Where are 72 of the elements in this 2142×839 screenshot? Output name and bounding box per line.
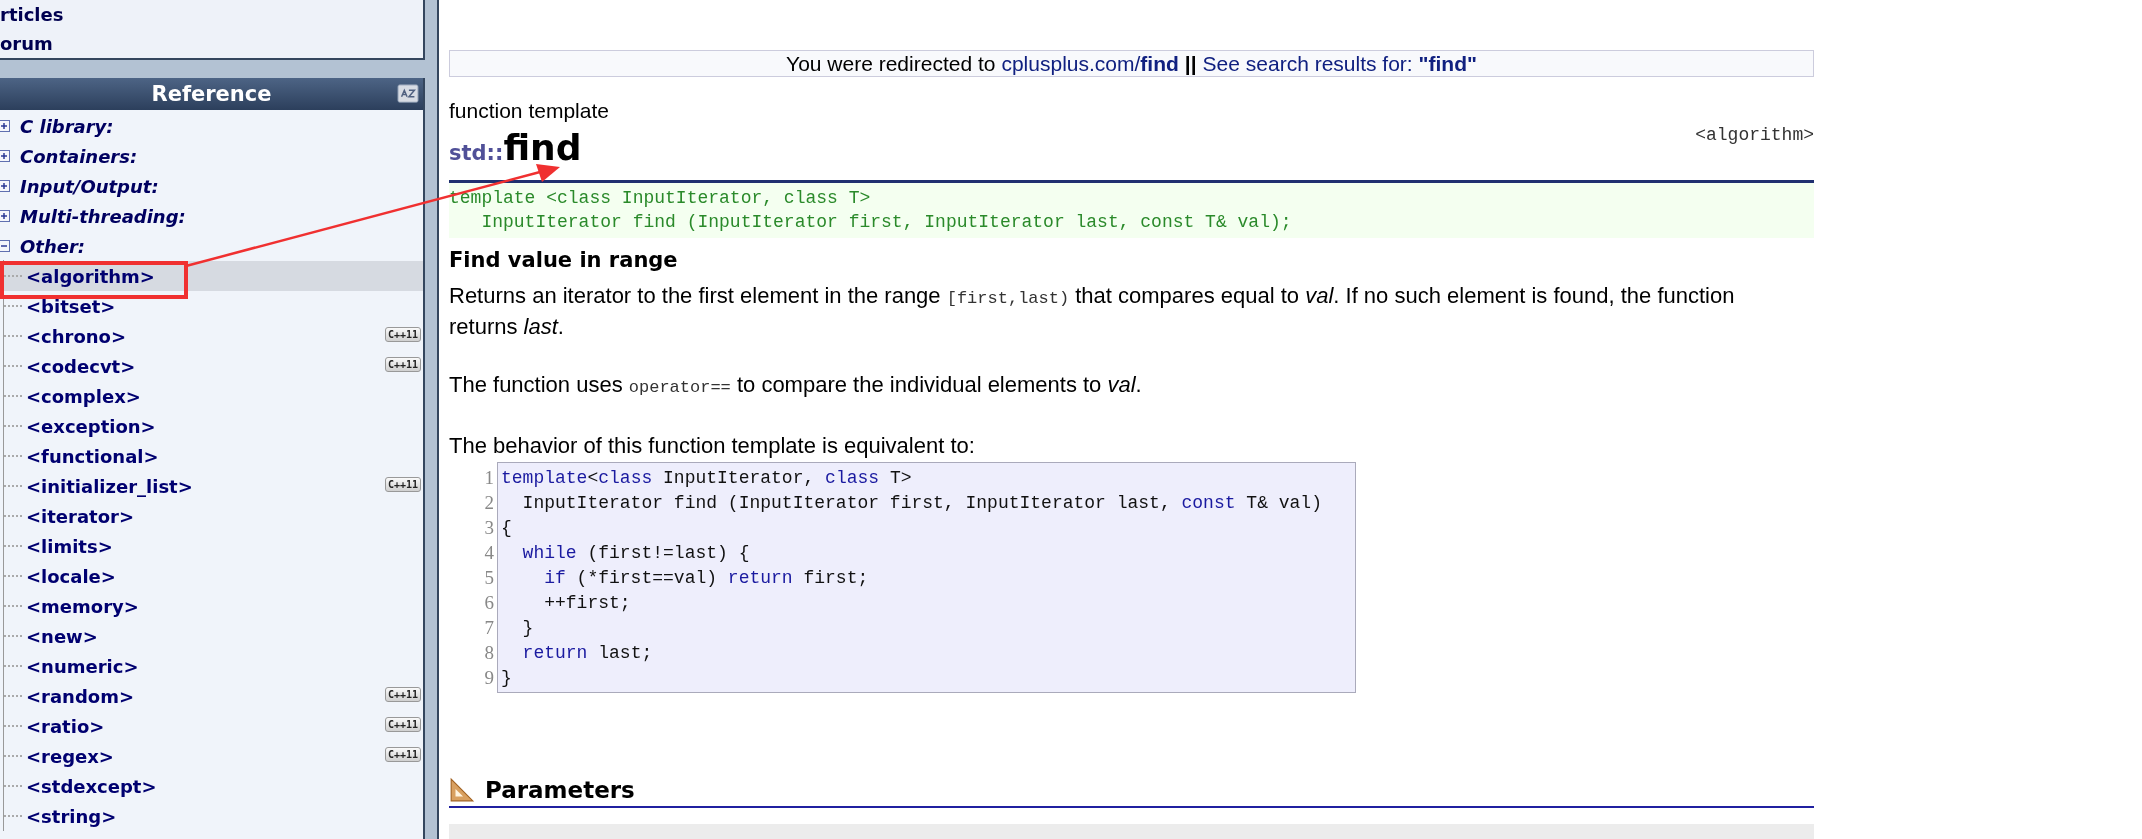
header-item[interactable]: <new> — [26, 625, 98, 647]
code-line: } — [500, 667, 512, 688]
header-item[interactable]: <regex> — [26, 745, 114, 767]
header-item[interactable]: <memory> — [26, 595, 139, 617]
version-badge: C++11 — [384, 687, 421, 702]
code-line: while (first!=last) { — [521, 542, 750, 563]
header-item[interactable]: <complex> — [26, 385, 141, 407]
header-item[interactable]: <exception> — [26, 415, 156, 437]
header-name: <algorithm> — [1695, 125, 1814, 146]
code-line: InputIterator find (InputIterator first, InputIterator last, const T& val) — [521, 492, 1322, 513]
line-number: 9 — [483, 666, 494, 689]
line-number: 2 — [483, 491, 494, 514]
code-line: } — [521, 617, 534, 638]
header-item[interactable]: <initializer_list> — [26, 475, 193, 497]
redirect-link[interactable]: cplusplus.com/find — [1001, 51, 1179, 76]
header-item[interactable]: <ratio> — [26, 715, 105, 737]
expander-icon[interactable] — [0, 150, 10, 162]
category-item[interactable]: Multi-threading: — [20, 205, 186, 227]
line-number: 6 — [483, 591, 494, 614]
header-item[interactable]: <numeric> — [26, 655, 139, 677]
code-line: { — [500, 517, 512, 538]
line-number: 7 — [483, 616, 494, 639]
prototype-line: template <class InputIterator, class T> — [449, 187, 872, 211]
separator: || — [1184, 51, 1197, 76]
paragraph: The behavior of this function template is equivalent to: — [449, 432, 976, 461]
nav-link[interactable]: orum — [0, 29, 423, 58]
version-badge: C++11 — [384, 357, 421, 372]
expander-icon[interactable] — [0, 240, 10, 252]
category-item[interactable]: Containers: — [20, 145, 138, 167]
version-badge: C++11 — [384, 327, 421, 342]
expander-icon[interactable] — [0, 120, 10, 132]
line-number: 1 — [483, 466, 494, 489]
code-line: template<class InputIterator, class T> — [500, 467, 912, 488]
version-badge: C++11 — [384, 717, 421, 732]
header-item[interactable]: <string> — [26, 805, 117, 827]
sort-icon[interactable] — [397, 83, 419, 105]
entity-kind: function template — [449, 99, 610, 124]
version-badge: C++11 — [384, 747, 421, 762]
line-number: 4 — [483, 541, 494, 564]
category-item[interactable]: Input/Output: — [20, 175, 159, 197]
code-line: if (*first==val) return first; — [543, 567, 869, 588]
prototype-line: InputIterator find (InputIterator first, InputIterator last, const T& val); — [480, 211, 1293, 235]
version-badge: C++11 — [384, 477, 421, 492]
header-item[interactable]: <limits> — [26, 535, 113, 557]
category-item[interactable]: Other: — [20, 235, 85, 257]
header-item[interactable]: <stdexcept> — [26, 775, 157, 797]
header-item[interactable]: <chrono> — [26, 325, 127, 347]
line-number: 3 — [483, 516, 494, 539]
summary-heading: Find value in range — [449, 248, 679, 273]
header-item[interactable]: <functional> — [26, 445, 159, 467]
code-line: return last; — [521, 642, 653, 663]
category-item[interactable]: C library: — [20, 115, 114, 137]
search-results-link[interactable]: See search results for: "find" — [1202, 51, 1477, 76]
reference-title: Reference — [151, 82, 272, 106]
header-item[interactable]: <random> — [26, 685, 134, 707]
header-item[interactable]: <locale> — [26, 565, 116, 587]
redirect-text: You were redirected to — [786, 51, 996, 76]
page-title: find — [503, 127, 582, 169]
expander-icon[interactable] — [0, 210, 10, 222]
paragraph: The function uses operator== to compare the individual elements to val. — [449, 371, 1143, 400]
code-line: ++first; — [543, 592, 631, 613]
header-item[interactable]: <codecvt> — [26, 355, 136, 377]
line-number: 5 — [483, 566, 494, 589]
line-number: 8 — [483, 641, 494, 664]
header-item[interactable]: <bitset> — [26, 295, 116, 317]
nav-link[interactable]: rticles — [0, 0, 423, 29]
section-heading: Parameters — [485, 777, 635, 804]
header-item[interactable]: <algorithm> — [26, 265, 155, 287]
paragraph: Returns an iterator to the first element in the range [first,last) that compares equal to val. If no such element is found, the function returns last. — [449, 282, 1736, 342]
expander-icon[interactable] — [0, 180, 10, 192]
header-item[interactable]: <iterator> — [26, 505, 135, 527]
namespace-prefix: std:: — [449, 141, 504, 166]
